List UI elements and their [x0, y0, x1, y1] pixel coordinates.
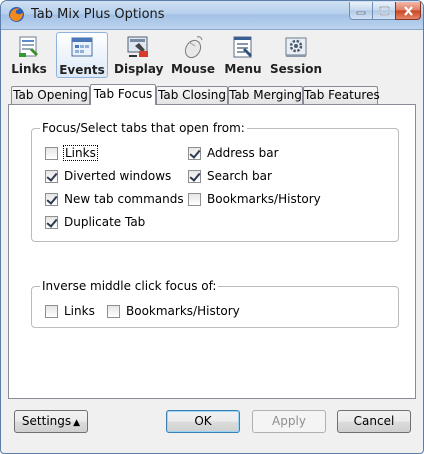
checkbox-label: Diverted windows	[64, 169, 172, 183]
toolbar-label: Events	[59, 63, 105, 77]
toolbar-label: Display	[114, 62, 164, 76]
mouse-icon	[184, 36, 203, 59]
checkbox-box[interactable]	[188, 192, 201, 206]
checkbox-label: Duplicate Tab	[64, 215, 146, 229]
button-label: Apply	[272, 414, 306, 428]
tab-label: Tab Closing	[158, 88, 226, 102]
checkbox-box[interactable]	[45, 304, 58, 318]
maximize-button[interactable]	[372, 2, 396, 20]
tab-focus-panel: Focus/Select tabs that open from: Links …	[8, 104, 416, 399]
tab-tab-features[interactable]: Tab Features	[303, 86, 380, 104]
tab-label: Tab Features	[304, 88, 380, 102]
menu-icon	[233, 36, 252, 58]
checkbox-search-bar[interactable]: Search bar	[188, 168, 272, 184]
checkbox-box[interactable]	[188, 146, 201, 160]
checkbox-inverse-bookmarks-history[interactable]: Bookmarks/History	[107, 303, 240, 319]
checkbox-label: New tab commands	[64, 192, 184, 206]
checkbox-box[interactable]	[45, 192, 58, 206]
checkbox-label: Bookmarks/History	[126, 304, 240, 318]
checkbox-address-bar[interactable]: Address bar	[188, 145, 279, 161]
checkbox-box[interactable]	[45, 169, 58, 183]
checkbox-label: Links	[63, 145, 98, 161]
checkbox-box[interactable]	[107, 304, 120, 318]
inverse-middle-click-group: Inverse middle click focus of: Links Boo…	[31, 279, 399, 328]
button-label: OK	[194, 414, 212, 428]
settings-button[interactable]: Settings ▲	[14, 410, 88, 433]
checkbox-duplicate-tab[interactable]: Duplicate Tab	[45, 214, 145, 230]
display-icon	[127, 36, 148, 57]
toolbar-events-button[interactable]: Events	[56, 32, 108, 78]
minimize-icon	[356, 11, 366, 14]
toolbar-label: Session	[270, 62, 322, 76]
dialog-client: Links Events Display Mouse Menu Session …	[6, 30, 418, 448]
toolbar-label: Mouse	[170, 62, 215, 76]
checkbox-new-tab-commands[interactable]: New tab commands	[45, 191, 184, 207]
tab-tab-opening[interactable]: Tab Opening	[11, 86, 90, 104]
checkbox-label: Links	[64, 304, 95, 318]
checkbox-bookmarks-history[interactable]: Bookmarks/History	[188, 191, 321, 207]
session-icon	[285, 37, 307, 57]
focus-select-group: Focus/Select tabs that open from: Links …	[31, 121, 399, 242]
checkbox-box[interactable]	[45, 146, 58, 160]
checkbox-label: Search bar	[207, 169, 272, 183]
close-icon	[403, 5, 413, 16]
checkbox-diverted-windows[interactable]: Diverted windows	[45, 168, 171, 184]
group-legend: Focus/Select tabs that open from:	[40, 121, 247, 135]
toolbar-label: Links	[11, 62, 47, 76]
tab-tab-closing[interactable]: Tab Closing	[156, 86, 228, 104]
checkbox-label: Bookmarks/History	[207, 192, 321, 206]
tab-label: Tab Opening	[13, 88, 88, 102]
checkbox-inverse-links[interactable]: Links	[45, 303, 95, 319]
group-legend: Inverse middle click focus of:	[40, 279, 219, 293]
tab-tab-merging[interactable]: Tab Merging	[228, 86, 303, 104]
checkbox-links[interactable]: Links	[45, 145, 98, 161]
checkbox-box[interactable]	[45, 215, 58, 229]
minimize-button[interactable]	[349, 2, 373, 20]
firefox-icon	[9, 7, 24, 22]
toolbar-menu-button[interactable]: Menu	[223, 32, 263, 78]
ok-button[interactable]: OK	[166, 410, 240, 433]
checkbox-box[interactable]	[188, 169, 201, 183]
toolbar-label: Menu	[224, 62, 262, 76]
button-label: Settings	[21, 414, 72, 428]
cancel-button[interactable]: Cancel	[337, 410, 411, 433]
apply-button[interactable]: Apply	[252, 410, 326, 433]
maximize-icon	[378, 5, 390, 16]
checkbox-label: Address bar	[207, 146, 279, 160]
toolbar-session-button[interactable]: Session	[270, 32, 322, 78]
links-icon	[19, 36, 38, 57]
window-title: Tab Mix Plus Options	[31, 7, 165, 22]
toolbar-mouse-button[interactable]: Mouse	[169, 32, 217, 78]
button-label: Cancel	[353, 414, 395, 428]
toolbar-display-button[interactable]: Display	[114, 32, 164, 78]
tab-label: Tab Merging	[229, 88, 302, 102]
toolbar-links-button[interactable]: Links	[11, 32, 47, 78]
tab-tab-focus[interactable]: Tab Focus	[90, 84, 156, 105]
close-button[interactable]	[395, 2, 421, 20]
events-icon	[71, 37, 93, 57]
options-window: Tab Mix Plus Options Links Events Displa…	[0, 0, 424, 454]
triangle-up-icon: ▲	[73, 418, 81, 428]
tab-label: Tab Focus	[93, 87, 153, 101]
title-bar[interactable]: Tab Mix Plus Options	[1, 1, 423, 30]
